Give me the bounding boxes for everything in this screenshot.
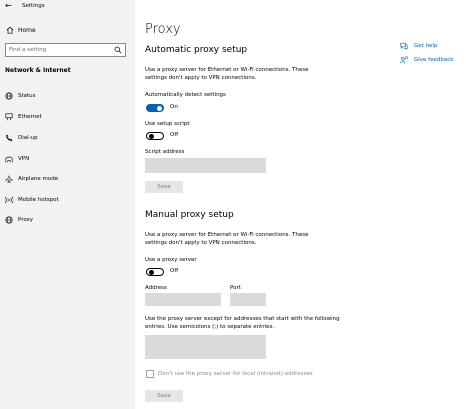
chat-help-icon — [400, 42, 408, 50]
sidebar-item-label: VPN — [18, 156, 30, 162]
search-box — [5, 43, 126, 57]
sidebar-item-label: Home — [18, 27, 36, 34]
sidebar-section-title: Network & Internet — [5, 67, 71, 74]
setup-script-state: Off — [170, 132, 179, 138]
use-proxy-toggle[interactable] — [146, 268, 164, 276]
app-title: Settings — [22, 3, 45, 9]
detect-settings-state: On — [170, 104, 178, 110]
sidebar-item-home[interactable]: Home — [0, 24, 135, 37]
search-icon[interactable] — [114, 46, 122, 54]
script-address-input[interactable] — [145, 158, 266, 173]
phone-icon — [6, 134, 13, 142]
sidebar-item-label: Proxy — [18, 217, 34, 223]
save-script-button[interactable]: Save — [145, 181, 183, 193]
sidebar-item-status[interactable]: Status — [0, 90, 135, 103]
vpn-icon — [5, 156, 13, 163]
page-title: Proxy — [145, 22, 181, 37]
sidebar-item-proxy[interactable]: Proxy — [0, 214, 135, 227]
exceptions-description: Use the proxy server except for addresse… — [145, 316, 340, 330]
ethernet-icon — [5, 113, 13, 121]
toggle-knob — [149, 269, 154, 275]
feedback-icon — [400, 56, 408, 64]
sidebar-item-label: Mobile hotspot — [18, 197, 59, 203]
toggle-knob — [157, 105, 162, 111]
detect-settings-label: Automatically detect settings — [145, 92, 226, 98]
proxy-address-input[interactable] — [145, 293, 221, 306]
use-proxy-state: Off — [170, 268, 179, 274]
address-label: Address — [145, 285, 167, 291]
search-input[interactable] — [9, 45, 109, 55]
back-arrow-icon[interactable]: ← — [5, 1, 12, 11]
toggle-knob — [149, 133, 154, 139]
globe-icon — [5, 216, 13, 224]
manual-proxy-heading: Manual proxy setup — [145, 210, 234, 220]
detect-settings-toggle[interactable] — [146, 104, 164, 112]
use-proxy-label: Use a proxy server — [145, 257, 197, 263]
sidebar-item-label: Ethernet — [18, 114, 42, 120]
exceptions-input[interactable] — [145, 335, 266, 359]
get-help-label: Get help — [414, 43, 438, 49]
port-label: Port — [230, 285, 241, 291]
script-address-label: Script address — [145, 149, 185, 155]
give-feedback-link[interactable]: Give feedback — [400, 55, 470, 65]
sidebar-item-mobile-hotspot[interactable]: Mobile hotspot — [0, 194, 135, 207]
sidebar-item-vpn[interactable]: VPN — [0, 153, 135, 166]
setup-script-toggle[interactable] — [146, 132, 164, 140]
give-feedback-label: Give feedback — [414, 57, 454, 63]
sidebar-item-label: Status — [18, 93, 36, 99]
local-addresses-checkbox[interactable] — [146, 370, 154, 378]
hotspot-icon — [5, 196, 13, 204]
airplane-icon — [5, 175, 13, 183]
globe-icon — [5, 92, 13, 100]
sidebar: ← Settings Home Network & Internet Statu… — [0, 0, 135, 409]
automatic-proxy-heading: Automatic proxy setup — [145, 45, 248, 55]
home-icon — [6, 26, 14, 34]
local-addresses-label: Don't use the proxy server for local (in… — [158, 371, 313, 377]
save-manual-button[interactable]: Save — [145, 390, 183, 402]
sidebar-item-label: Airplane mode — [18, 176, 59, 182]
automatic-proxy-description: Use a proxy server for Ethernet or Wi-Fi… — [145, 67, 309, 81]
sidebar-item-dial-up[interactable]: Dial-up — [0, 132, 135, 145]
get-help-link[interactable]: Get help — [400, 41, 470, 51]
manual-proxy-description: Use a proxy server for Ethernet or Wi-Fi… — [145, 232, 309, 246]
setup-script-label: Use setup script — [145, 121, 190, 127]
title-bar: ← Settings — [0, 0, 135, 14]
sidebar-item-label: Dial-up — [18, 135, 38, 141]
sidebar-item-ethernet[interactable]: Ethernet — [0, 111, 135, 124]
sidebar-item-airplane-mode[interactable]: Airplane mode — [0, 173, 135, 186]
proxy-port-input[interactable] — [230, 293, 266, 306]
